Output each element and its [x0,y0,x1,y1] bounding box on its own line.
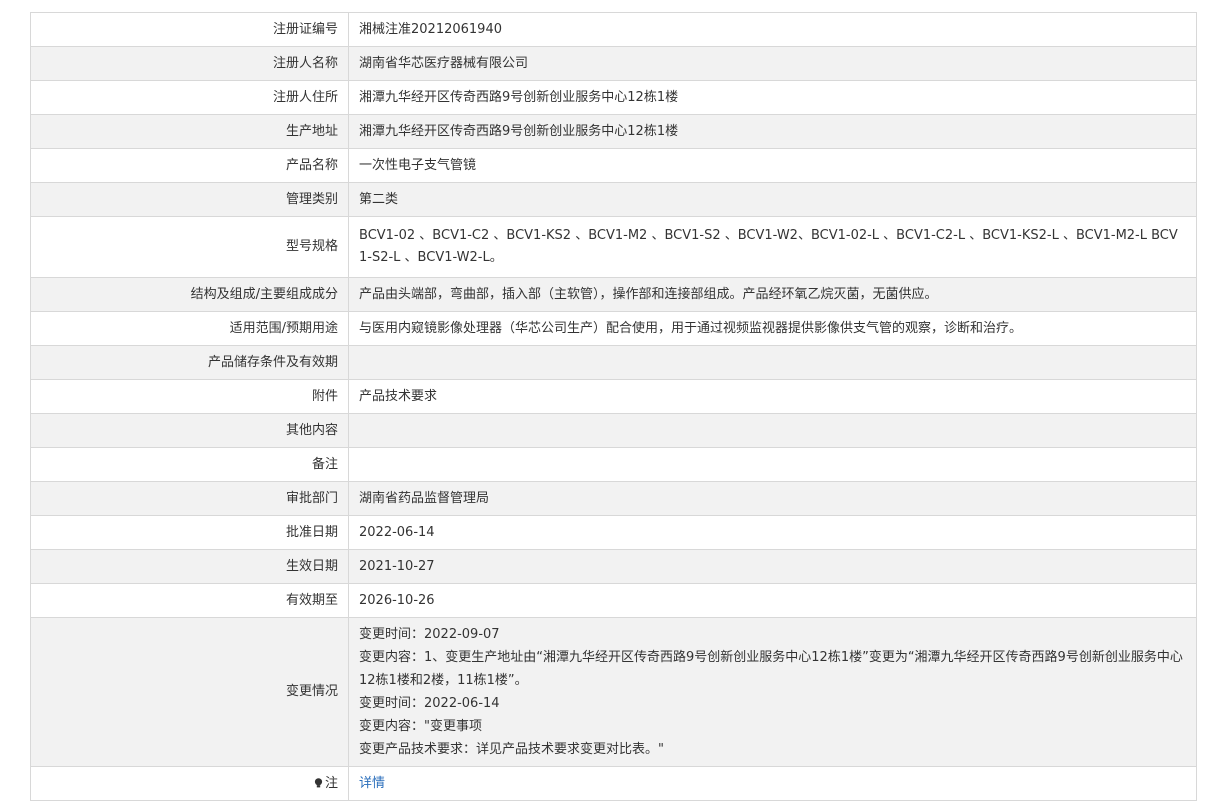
field-value: 湖南省药品监督管理局 [348,481,1197,516]
change-history-list: 变更时间：2022-09-07 变更内容：1、变更生产地址由“湘潭九华经开区传奇… [359,619,1186,765]
change-line: 变更时间：2022-06-14 [359,696,500,711]
field-label: 生效日期 [30,549,349,584]
row-model-spec: 型号规格 BCV1-02 、BCV1-C2 、BCV1-KS2 、BCV1-M2… [30,216,1197,278]
row-effective-date: 生效日期 2021-10-27 [30,549,1197,584]
row-management-category: 管理类别 第二类 [30,182,1197,217]
row-registration-number: 注册证编号 湘械注准20212061940 [30,12,1197,47]
field-value: 详情 [348,766,1197,801]
change-line: 变更时间：2022-09-07 [359,627,500,642]
row-registrant-name: 注册人名称 湖南省华芯医疗器械有限公司 [30,46,1197,81]
field-value: 2021-10-27 [348,549,1197,584]
row-product-name: 产品名称 一次性电子支气管镜 [30,148,1197,183]
field-value [348,413,1197,448]
field-value: 湖南省华芯医疗器械有限公司 [348,46,1197,81]
registration-info-panel: 注册证编号 湘械注准20212061940 注册人名称 湖南省华芯医疗器械有限公… [30,12,1197,801]
field-label: 产品名称 [30,148,349,183]
bulb-icon [314,774,323,787]
change-line: 变更内容："变更事项 [359,719,482,734]
field-label: 结构及组成/主要组成成分 [30,277,349,312]
row-storage-validity: 产品储存条件及有效期 [30,345,1197,380]
row-scope-of-use: 适用范围/预期用途 与医用内窥镜影像处理器（华芯公司生产）配合使用，用于通过视频… [30,311,1197,346]
row-other-content: 其他内容 [30,413,1197,448]
row-production-address: 生产地址 湘潭九华经开区传奇西路9号创新创业服务中心12栋1楼 [30,114,1197,149]
field-value: 与医用内窥镜影像处理器（华芯公司生产）配合使用，用于通过视频监视器提供影像供支气… [348,311,1197,346]
row-remarks: 备注 [30,447,1197,482]
change-line: 变更内容：1、变更生产地址由“湘潭九华经开区传奇西路9号创新创业服务中心12栋1… [359,650,1183,688]
change-line: 变更产品技术要求：详见产品技术要求变更对比表。" [359,742,664,757]
row-note: 注 详情 [30,766,1197,801]
field-label: 产品储存条件及有效期 [30,345,349,380]
field-label: 生产地址 [30,114,349,149]
row-attachment: 附件 产品技术要求 [30,379,1197,414]
row-valid-until: 有效期至 2026-10-26 [30,583,1197,618]
field-label: 型号规格 [30,216,349,278]
field-value: 一次性电子支气管镜 [348,148,1197,183]
field-value [348,447,1197,482]
field-label: 注册人名称 [30,46,349,81]
field-value: 湘械注准20212061940 [348,12,1197,47]
field-value: 2026-10-26 [348,583,1197,618]
field-value: 湘潭九华经开区传奇西路9号创新创业服务中心12栋1楼 [348,114,1197,149]
note-label: 注 [324,775,338,791]
change-history-value: 变更时间：2022-09-07 变更内容：1、变更生产地址由“湘潭九华经开区传奇… [348,617,1197,767]
field-value [348,345,1197,380]
row-change-history: 变更情况 变更时间：2022-09-07 变更内容：1、变更生产地址由“湘潭九华… [30,617,1197,767]
details-link[interactable]: 详情 [359,776,385,791]
field-label: 适用范围/预期用途 [30,311,349,346]
field-label: 变更情况 [30,617,349,767]
field-value: 第二类 [348,182,1197,217]
field-label: 批准日期 [30,515,349,550]
field-label: 注册证编号 [30,12,349,47]
row-structure-composition: 结构及组成/主要组成成分 产品由头端部，弯曲部，插入部（主软管），操作部和连接部… [30,277,1197,312]
field-label: 其他内容 [30,413,349,448]
field-label: 附件 [30,379,349,414]
field-label: 管理类别 [30,182,349,217]
field-value: 湘潭九华经开区传奇西路9号创新创业服务中心12栋1楼 [348,80,1197,115]
registration-info-table: 注册证编号 湘械注准20212061940 注册人名称 湖南省华芯医疗器械有限公… [30,12,1197,801]
note-label-cell: 注 [30,766,349,801]
row-approval-department: 审批部门 湖南省药品监督管理局 [30,481,1197,516]
field-label: 有效期至 [30,583,349,618]
field-label: 审批部门 [30,481,349,516]
field-value: 2022-06-14 [348,515,1197,550]
field-value: 产品技术要求 [348,379,1197,414]
field-label: 注册人住所 [30,80,349,115]
field-value: 产品由头端部，弯曲部，插入部（主软管），操作部和连接部组成。产品经环氧乙烷灭菌，… [348,277,1197,312]
field-value: BCV1-02 、BCV1-C2 、BCV1-KS2 、BCV1-M2 、BCV… [348,216,1197,278]
field-label: 备注 [30,447,349,482]
row-registrant-address: 注册人住所 湘潭九华经开区传奇西路9号创新创业服务中心12栋1楼 [30,80,1197,115]
row-approval-date: 批准日期 2022-06-14 [30,515,1197,550]
